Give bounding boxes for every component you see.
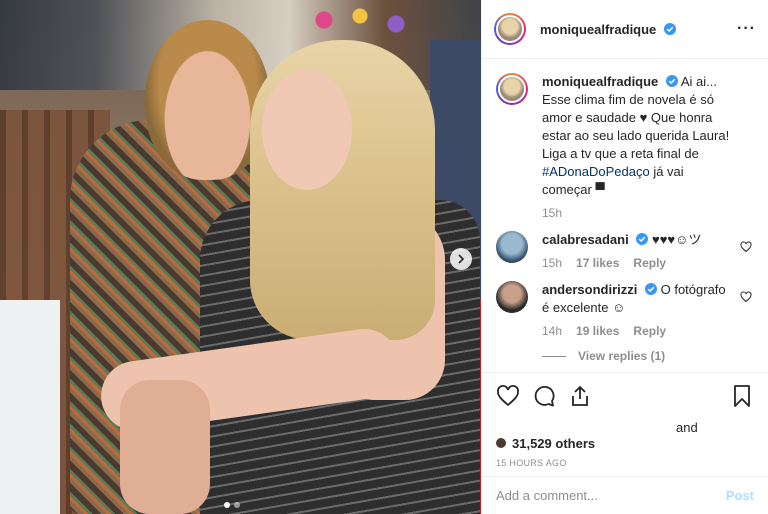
carousel-dot-active [224,502,230,508]
hashtag-link[interactable]: #ADonaDoPedaço [542,164,650,179]
view-replies-label[interactable]: View replies (1) [578,349,665,363]
caption-username[interactable]: moniquealfradique [542,74,658,89]
comment-input[interactable] [496,488,726,503]
comment-item: calabresadani ♥♥♥☺ツ 15h 17 likes Reply [496,231,752,271]
instagram-post: moniquealfradique ··· moniquealfradique … [0,0,768,514]
comment-item: andersondirizzi O fotógrafo é excelente … [496,281,752,339]
like-comment-icon[interactable] [740,291,752,303]
comment-time[interactable]: 14h [542,323,562,339]
posted-time[interactable]: 15 HOURS AGO [482,452,768,476]
carousel-next-button[interactable] [450,248,472,270]
replies-divider [542,355,566,357]
commenter-avatar[interactable] [496,281,528,313]
like-comment-icon[interactable] [740,241,752,253]
chevron-right-icon [458,254,465,264]
likes-count-row: 31,529 others [482,434,768,452]
likes-others[interactable]: 31,529 others [512,436,595,451]
comment-bubble-icon[interactable] [532,384,556,408]
post-side-panel: moniquealfradique ··· moniquealfradique … [481,0,768,514]
post-header: moniquealfradique ··· [482,0,768,59]
caption-text-3: Liga a tv que a reta final de [542,146,699,161]
verified-badge-icon [644,283,657,295]
background-tablecloth [0,300,60,514]
comment-likes[interactable]: 17 likes [576,255,619,271]
comment-text: ♥♥♥☺ツ [651,232,702,247]
share-icon[interactable] [568,384,592,408]
carousel-dot [234,502,240,508]
reply-button[interactable]: Reply [633,323,666,339]
author-avatar[interactable] [494,13,526,45]
commenter-avatar[interactable] [496,231,528,263]
author-username-text[interactable]: moniquealfradique [540,22,656,37]
post-comment-button[interactable]: Post [726,488,754,503]
more-options-button[interactable]: ··· [737,20,756,38]
like-heart-icon[interactable] [496,384,520,408]
verified-badge-icon [636,233,649,245]
add-comment-bar: Post [482,476,768,514]
older-woman-hand [120,380,210,514]
comment-time[interactable]: 15h [542,255,562,271]
bookmark-icon[interactable] [730,384,754,408]
caption-avatar[interactable] [496,73,528,105]
likes-prefix: and [676,419,698,435]
commenter-username[interactable]: andersondirizzi [542,282,637,297]
comment-likes[interactable]: 19 likes [576,323,619,339]
tv-emoji: ▀ [595,182,605,197]
verified-badge-icon [663,22,676,35]
younger-woman-face [262,70,352,190]
liker-avatar-icon [496,438,506,448]
post-actions [482,372,768,418]
post-photo[interactable] [0,0,481,514]
carousel-indicator [224,502,240,508]
sunglasses-emoji: ☺ [612,300,626,315]
heart-emoji: ♥ [639,110,648,125]
caption: moniquealfradique Ai ai... Esse clima fi… [496,73,752,221]
background-flowers [300,0,420,40]
view-replies-button[interactable]: View replies (1) [542,349,752,363]
reply-button[interactable]: Reply [633,255,666,271]
author-username[interactable]: moniquealfradique [540,22,676,37]
verified-badge-icon [665,75,678,87]
commenter-username[interactable]: calabresadani [542,232,629,247]
comments-list: moniquealfradique Ai ai... Esse clima fi… [482,59,768,372]
caption-time[interactable]: 15h [542,205,562,221]
